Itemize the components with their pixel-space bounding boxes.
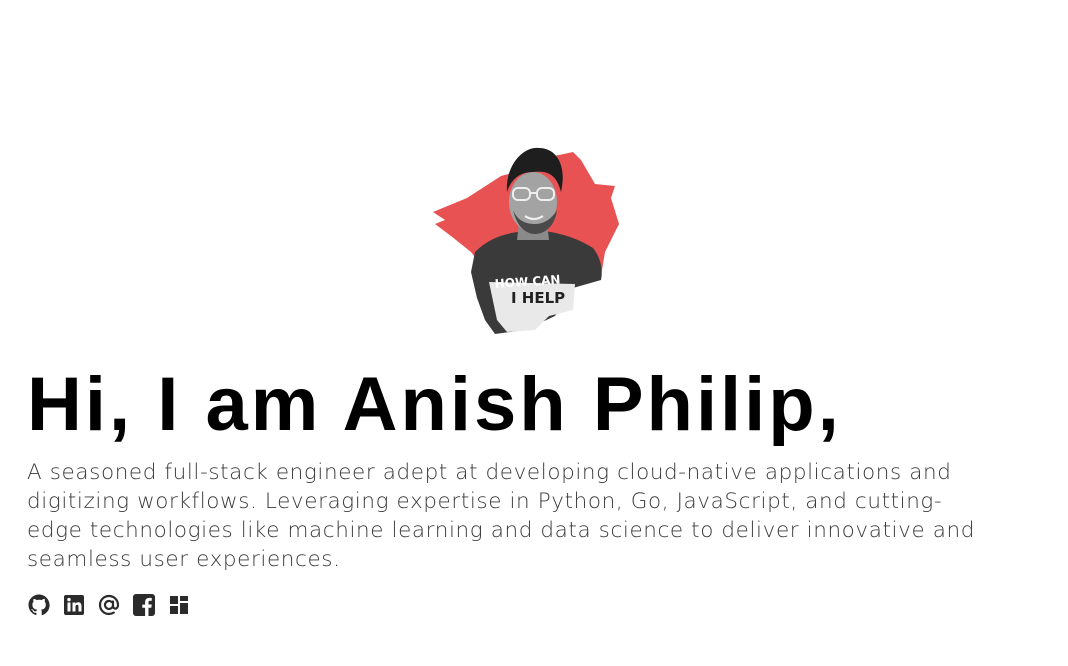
avatar-illustration: HOW CAN I HELP — [433, 147, 619, 334]
blog-link[interactable] — [167, 593, 191, 617]
profile-avatar: HOW CAN I HELP — [405, 140, 621, 336]
hero-section: HOW CAN I HELP Hi, I am Anish Philip, A … — [27, 0, 1047, 666]
bio-paragraph: A seasoned full-stack engineer adept at … — [27, 460, 975, 572]
email-link[interactable] — [97, 593, 121, 617]
blog-icon — [170, 596, 188, 614]
facebook-link[interactable] — [132, 593, 156, 617]
at-icon — [98, 594, 120, 616]
page-title: Hi, I am Anish Philip, — [27, 362, 842, 447]
github-icon — [28, 594, 50, 616]
github-link[interactable] — [27, 593, 51, 617]
linkedin-icon — [64, 595, 84, 615]
facebook-icon — [133, 594, 155, 616]
shirt-text-line2: I HELP — [511, 289, 565, 307]
social-links — [27, 593, 191, 617]
linkedin-link[interactable] — [62, 593, 86, 617]
